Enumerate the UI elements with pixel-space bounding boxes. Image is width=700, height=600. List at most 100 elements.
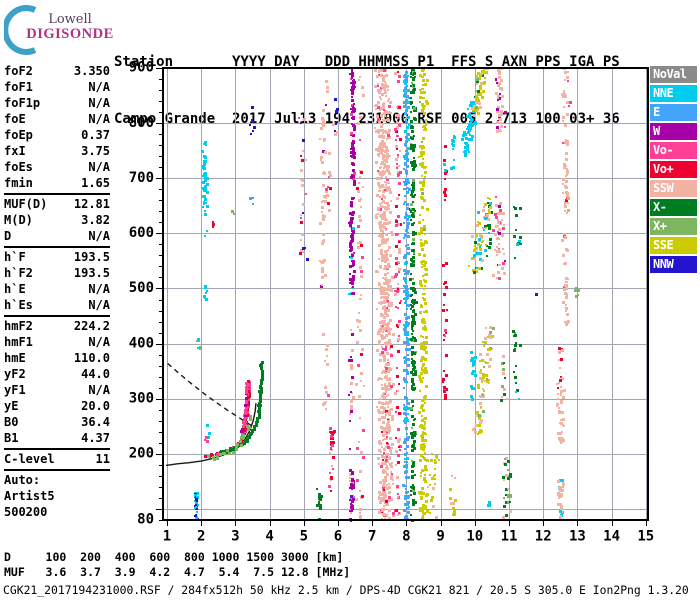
param-value: 224.2 xyxy=(73,319,110,333)
param-label: C-level xyxy=(4,452,55,466)
param-label: Auto: xyxy=(4,473,41,487)
legend-item-nnw: NNW xyxy=(650,256,697,273)
param-row: fmin 1.65 xyxy=(4,175,110,191)
param-label: hmF2 xyxy=(4,319,33,333)
param-label: foE xyxy=(4,112,26,126)
param-value: 3.82 xyxy=(81,213,110,227)
param-group: h`F 193.5 h`F2 193.5 h`E N/A h`Es N/A xyxy=(4,246,110,315)
param-label: B1 xyxy=(4,431,19,445)
param-value: N/A xyxy=(88,282,110,296)
param-row: foEp 0.37 xyxy=(4,127,110,143)
legend-item-ssw: SSW xyxy=(650,180,697,197)
param-value: N/A xyxy=(88,229,110,243)
legend-item-vo: Vo+ xyxy=(650,161,697,178)
param-label: Artist5 xyxy=(4,489,55,503)
param-value: 193.5 xyxy=(73,266,110,280)
param-value: 44.0 xyxy=(81,367,110,381)
param-label: hmF1 xyxy=(4,335,33,349)
legend-item-x: X+ xyxy=(650,218,697,235)
param-group: foF2 3.350 foF1 N/A foF1p N/A foE N/A foEp 0.37 fx… xyxy=(4,62,110,193)
param-row: Auto: xyxy=(4,472,110,488)
param-label: fmin xyxy=(4,176,33,190)
param-row: foF2 3.350 xyxy=(4,63,110,79)
ionogram-plot xyxy=(120,55,655,545)
legend-item-e: E xyxy=(650,104,697,121)
param-row: yE 20.0 xyxy=(4,398,110,414)
param-row: h`E N/A xyxy=(4,281,110,297)
direction-legend: NoVal NNE E W Vo- Vo+ SSW X- X+ SSE NNW xyxy=(650,66,697,275)
param-row: foF1 N/A xyxy=(4,79,110,95)
param-value: N/A xyxy=(88,112,110,126)
param-row: h`F 193.5 xyxy=(4,249,110,265)
param-row: B1 4.37 xyxy=(4,430,110,446)
param-value: N/A xyxy=(88,335,110,349)
param-value: 0.37 xyxy=(81,128,110,142)
param-group: C-level 11 xyxy=(4,448,110,469)
legend-item-vo: Vo- xyxy=(650,142,697,159)
legend-item-nne: NNE xyxy=(650,85,697,102)
param-label: yF1 xyxy=(4,383,26,397)
param-row: fxI 3.75 xyxy=(4,143,110,159)
logo-digisonde-label: DIGISONDE xyxy=(26,25,114,42)
param-value: 11 xyxy=(95,452,110,466)
param-value: N/A xyxy=(88,298,110,312)
param-value: 4.37 xyxy=(81,431,110,445)
param-group: Auto: Artist5 500200 xyxy=(4,469,110,522)
file-info-line: CGK21_2017194231000.RSF / 284fx512h 50 k… xyxy=(3,583,689,597)
param-row: C-level 11 xyxy=(4,451,110,467)
param-label: MUF(D) xyxy=(4,197,48,211)
param-label: h`E xyxy=(4,282,26,296)
param-row: hmF2 224.2 xyxy=(4,318,110,334)
param-value: 3.75 xyxy=(81,144,110,158)
param-row: hmF1 N/A xyxy=(4,334,110,350)
param-label: D xyxy=(4,229,12,243)
d-row: D 100 200 400 600 800 1000 1500 3000 [km… xyxy=(4,550,344,564)
param-value: N/A xyxy=(88,96,110,110)
param-label: foEs xyxy=(4,160,33,174)
legend-item-w: W xyxy=(650,123,697,140)
param-row: h`Es N/A xyxy=(4,297,110,313)
param-row: B0 36.4 xyxy=(4,414,110,430)
param-row: D N/A xyxy=(4,228,110,244)
param-row: M(D) 3.82 xyxy=(4,212,110,228)
param-value: N/A xyxy=(88,383,110,397)
param-row: yF2 44.0 xyxy=(4,366,110,382)
param-row: foE N/A xyxy=(4,111,110,127)
param-label: h`Es xyxy=(4,298,33,312)
param-label: fxI xyxy=(4,144,26,158)
param-label: h`F xyxy=(4,250,26,264)
param-value: 20.0 xyxy=(81,399,110,413)
param-group: hmF2 224.2 hmF1 N/A hmE 110.0 yF2 44.0 yF1 N/A yE 2… xyxy=(4,315,110,448)
param-label: h`F2 xyxy=(4,266,33,280)
param-value: 1.65 xyxy=(81,176,110,190)
param-row: 500200 xyxy=(4,504,110,520)
param-label: foEp xyxy=(4,128,33,142)
param-value: 3.350 xyxy=(73,64,110,78)
param-label: foF1p xyxy=(4,96,41,110)
param-value: N/A xyxy=(88,80,110,94)
legend-item-x: X- xyxy=(650,199,697,216)
param-value: 193.5 xyxy=(73,250,110,264)
legend-item-sse: SSE xyxy=(650,237,697,254)
param-row: MUF(D) 12.81 xyxy=(4,196,110,212)
param-row: foEs N/A xyxy=(4,159,110,175)
parameter-panel: foF2 3.350 foF1 N/A foF1p N/A foE N/A foEp 0.37 fx… xyxy=(4,62,110,522)
param-label: yF2 xyxy=(4,367,26,381)
param-label: B0 xyxy=(4,415,19,429)
param-label: 500200 xyxy=(4,505,48,519)
param-row: hmE 110.0 xyxy=(4,350,110,366)
param-value: 36.4 xyxy=(81,415,110,429)
param-row: yF1 N/A xyxy=(4,382,110,398)
param-label: M(D) xyxy=(4,213,33,227)
legend-item-noval: NoVal xyxy=(650,66,697,83)
param-group: MUF(D) 12.81 M(D) 3.82 D N/A xyxy=(4,193,110,246)
param-label: foF2 xyxy=(4,64,33,78)
muf-row: MUF 3.6 3.7 3.9 4.2 4.7 5.4 7.5 12.8 [MH… xyxy=(4,565,351,579)
param-value: 12.81 xyxy=(73,197,110,211)
param-row: h`F2 193.5 xyxy=(4,265,110,281)
param-label: foF1 xyxy=(4,80,33,94)
digisonde-ionogram-view: Lowell DIGISONDE Station YYYY DAY DDD HH… xyxy=(0,0,700,600)
lowell-digisonde-logo: Lowell DIGISONDE xyxy=(4,2,116,55)
param-label: yE xyxy=(4,399,19,413)
param-value: 110.0 xyxy=(73,351,110,365)
